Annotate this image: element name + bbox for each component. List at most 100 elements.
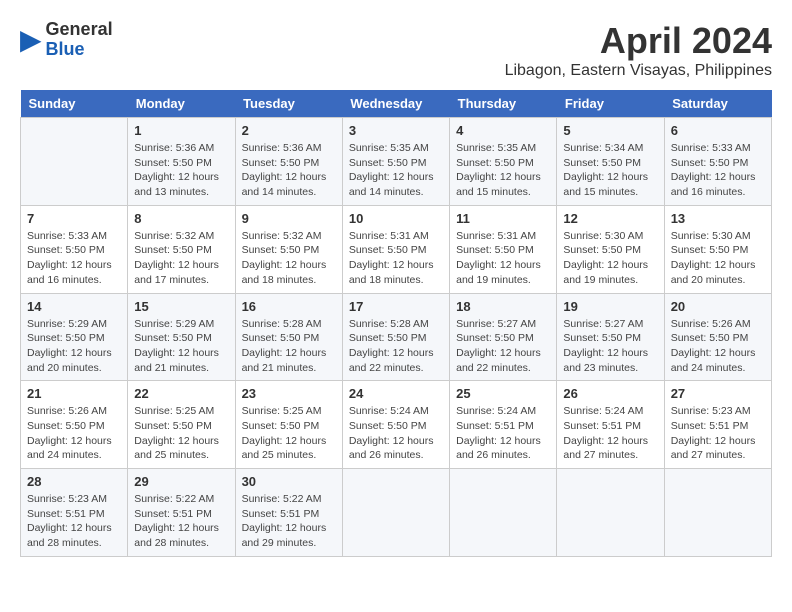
- calendar-header-monday: Monday: [128, 90, 235, 118]
- day-info: Sunrise: 5:35 AM Sunset: 5:50 PM Dayligh…: [456, 141, 550, 200]
- calendar-week-5: 28 Sunrise: 5:23 AM Sunset: 5:51 PM Dayli…: [21, 469, 772, 557]
- day-number: 9: [242, 211, 336, 226]
- day-info: Sunrise: 5:33 AM Sunset: 5:50 PM Dayligh…: [671, 141, 765, 200]
- calendar-cell: 5Sunrise: 5:34 AM Sunset: 5:50 PM Daylig…: [557, 118, 664, 206]
- calendar-cell: [21, 118, 128, 206]
- day-info: Sunrise: 5:24 AM Sunset: 5:51 PM Dayligh…: [563, 404, 657, 463]
- day-number: 20: [671, 299, 765, 314]
- day-info: Sunrise: 5:30 AM Sunset: 5:50 PM Dayligh…: [563, 229, 657, 288]
- calendar-cell: 9 Sunrise: 5:32 AM Sunset: 5:50 PM Daylig…: [235, 205, 342, 293]
- calendar-cell: [664, 469, 771, 557]
- day-info: Sunrise: 5:23 AM Sunset: 5:51 PM Dayligh…: [671, 404, 765, 463]
- day-number: 18: [456, 299, 550, 314]
- day-info: Sunrise: 5:22 AM Sunset: 5:51 PM Dayligh…: [242, 492, 336, 551]
- page-header: ▶ General Blue April 2024 Libagon, Easte…: [20, 20, 772, 80]
- day-number: 21: [27, 386, 121, 401]
- calendar-header-sunday: Sunday: [21, 90, 128, 118]
- calendar-cell: 2 Sunrise: 5:36 AM Sunset: 5:50 PM Daylig…: [235, 118, 342, 206]
- calendar-cell: 26 Sunrise: 5:24 AM Sunset: 5:51 PM Dayli…: [557, 381, 664, 469]
- calendar-cell: 23 Sunrise: 5:25 AM Sunset: 5:50 PM Dayli…: [235, 381, 342, 469]
- day-number: 3: [349, 123, 443, 138]
- day-number: 16: [242, 299, 336, 314]
- day-info: Sunrise: 5:36 AM Sunset: 5:50 PM Dayligh…: [134, 141, 228, 200]
- day-number: 29: [134, 474, 228, 489]
- day-info: Sunrise: 5:22 AM Sunset: 5:51 PM Dayligh…: [134, 492, 228, 551]
- day-number: 2: [242, 123, 336, 138]
- day-number: 24: [349, 386, 443, 401]
- subtitle: Libagon, Eastern Visayas, Philippines: [505, 62, 772, 80]
- day-info: Sunrise: 5:25 AM Sunset: 5:50 PM Dayligh…: [134, 404, 228, 463]
- title-block: April 2024 Libagon, Eastern Visayas, Phi…: [505, 20, 772, 80]
- day-info: Sunrise: 5:27 AM Sunset: 5:50 PM Dayligh…: [563, 317, 657, 376]
- calendar-week-2: 7Sunrise: 5:33 AM Sunset: 5:50 PM Daylig…: [21, 205, 772, 293]
- calendar-cell: 27Sunrise: 5:23 AM Sunset: 5:51 PM Dayli…: [664, 381, 771, 469]
- calendar-cell: 3 Sunrise: 5:35 AM Sunset: 5:50 PM Daylig…: [342, 118, 449, 206]
- day-info: Sunrise: 5:29 AM Sunset: 5:50 PM Dayligh…: [134, 317, 228, 376]
- calendar-header-wednesday: Wednesday: [342, 90, 449, 118]
- day-number: 23: [242, 386, 336, 401]
- day-info: Sunrise: 5:27 AM Sunset: 5:50 PM Dayligh…: [456, 317, 550, 376]
- logo-text-block: General Blue: [46, 20, 113, 60]
- day-info: Sunrise: 5:29 AM Sunset: 5:50 PM Dayligh…: [27, 317, 121, 376]
- calendar-cell: 25Sunrise: 5:24 AM Sunset: 5:51 PM Dayli…: [450, 381, 557, 469]
- day-number: 6: [671, 123, 765, 138]
- calendar-cell: [557, 469, 664, 557]
- logo-icon: ▶: [20, 23, 42, 56]
- day-info: Sunrise: 5:25 AM Sunset: 5:50 PM Dayligh…: [242, 404, 336, 463]
- day-info: Sunrise: 5:32 AM Sunset: 5:50 PM Dayligh…: [134, 229, 228, 288]
- day-number: 4: [456, 123, 550, 138]
- calendar-cell: [450, 469, 557, 557]
- day-info: Sunrise: 5:35 AM Sunset: 5:50 PM Dayligh…: [349, 141, 443, 200]
- calendar-table: SundayMondayTuesdayWednesdayThursdayFrid…: [20, 90, 772, 557]
- day-info: Sunrise: 5:32 AM Sunset: 5:50 PM Dayligh…: [242, 229, 336, 288]
- day-info: Sunrise: 5:24 AM Sunset: 5:50 PM Dayligh…: [349, 404, 443, 463]
- calendar-header-thursday: Thursday: [450, 90, 557, 118]
- calendar-cell: 11Sunrise: 5:31 AM Sunset: 5:50 PM Dayli…: [450, 205, 557, 293]
- calendar-header-friday: Friday: [557, 90, 664, 118]
- day-info: Sunrise: 5:36 AM Sunset: 5:50 PM Dayligh…: [242, 141, 336, 200]
- day-number: 30: [242, 474, 336, 489]
- calendar-cell: 22 Sunrise: 5:25 AM Sunset: 5:50 PM Dayli…: [128, 381, 235, 469]
- calendar-cell: 20 Sunrise: 5:26 AM Sunset: 5:50 PM Dayli…: [664, 293, 771, 381]
- main-title: April 2024: [505, 20, 772, 62]
- calendar-cell: 8 Sunrise: 5:32 AM Sunset: 5:50 PM Daylig…: [128, 205, 235, 293]
- calendar-cell: 15Sunrise: 5:29 AM Sunset: 5:50 PM Dayli…: [128, 293, 235, 381]
- calendar-cell: 4 Sunrise: 5:35 AM Sunset: 5:50 PM Daylig…: [450, 118, 557, 206]
- calendar-cell: 30 Sunrise: 5:22 AM Sunset: 5:51 PM Dayli…: [235, 469, 342, 557]
- calendar-cell: 29 Sunrise: 5:22 AM Sunset: 5:51 PM Dayli…: [128, 469, 235, 557]
- calendar-cell: 1 Sunrise: 5:36 AM Sunset: 5:50 PM Daylig…: [128, 118, 235, 206]
- day-info: Sunrise: 5:33 AM Sunset: 5:50 PM Dayligh…: [27, 229, 121, 288]
- day-number: 17: [349, 299, 443, 314]
- day-number: 13: [671, 211, 765, 226]
- day-info: Sunrise: 5:23 AM Sunset: 5:51 PM Dayligh…: [27, 492, 121, 551]
- calendar-cell: [342, 469, 449, 557]
- logo-text-general: General: [46, 19, 113, 39]
- calendar-cell: 12 Sunrise: 5:30 AM Sunset: 5:50 PM Dayli…: [557, 205, 664, 293]
- day-info: Sunrise: 5:28 AM Sunset: 5:50 PM Dayligh…: [242, 317, 336, 376]
- day-number: 26: [563, 386, 657, 401]
- day-number: 19: [563, 299, 657, 314]
- calendar-week-3: 14Sunrise: 5:29 AM Sunset: 5:50 PM Dayli…: [21, 293, 772, 381]
- calendar-cell: 21Sunrise: 5:26 AM Sunset: 5:50 PM Dayli…: [21, 381, 128, 469]
- day-number: 10: [349, 211, 443, 226]
- calendar-cell: 28 Sunrise: 5:23 AM Sunset: 5:51 PM Dayli…: [21, 469, 128, 557]
- day-info: Sunrise: 5:31 AM Sunset: 5:50 PM Dayligh…: [349, 229, 443, 288]
- day-number: 12: [563, 211, 657, 226]
- calendar-week-1: 1 Sunrise: 5:36 AM Sunset: 5:50 PM Daylig…: [21, 118, 772, 206]
- calendar-cell: 19 Sunrise: 5:27 AM Sunset: 5:50 PM Dayli…: [557, 293, 664, 381]
- day-number: 11: [456, 211, 550, 226]
- day-info: Sunrise: 5:28 AM Sunset: 5:50 PM Dayligh…: [349, 317, 443, 376]
- day-info: Sunrise: 5:24 AM Sunset: 5:51 PM Dayligh…: [456, 404, 550, 463]
- calendar-cell: 18 Sunrise: 5:27 AM Sunset: 5:50 PM Dayli…: [450, 293, 557, 381]
- day-number: 1: [134, 123, 228, 138]
- day-number: 8: [134, 211, 228, 226]
- calendar-header-saturday: Saturday: [664, 90, 771, 118]
- day-info: Sunrise: 5:34 AM Sunset: 5:50 PM Dayligh…: [563, 141, 657, 200]
- logo-text-blue: Blue: [46, 39, 85, 59]
- day-info: Sunrise: 5:26 AM Sunset: 5:50 PM Dayligh…: [671, 317, 765, 376]
- day-number: 22: [134, 386, 228, 401]
- calendar-cell: 7Sunrise: 5:33 AM Sunset: 5:50 PM Daylig…: [21, 205, 128, 293]
- calendar-cell: 16 Sunrise: 5:28 AM Sunset: 5:50 PM Dayli…: [235, 293, 342, 381]
- day-number: 28: [27, 474, 121, 489]
- calendar-cell: 24 Sunrise: 5:24 AM Sunset: 5:50 PM Dayli…: [342, 381, 449, 469]
